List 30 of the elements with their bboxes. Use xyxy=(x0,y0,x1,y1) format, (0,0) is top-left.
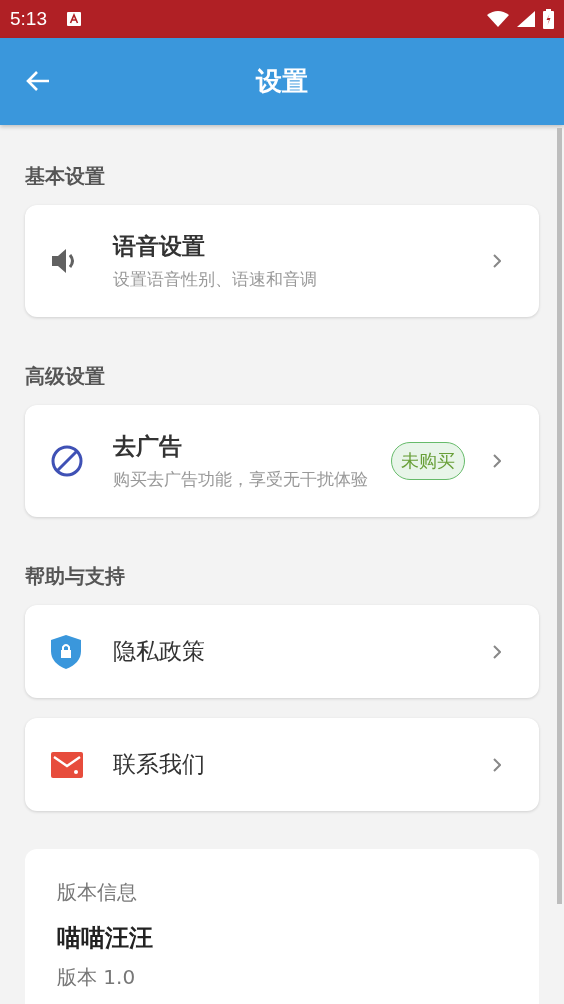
chevron-icon xyxy=(493,757,501,772)
shield-lock-icon xyxy=(51,634,81,669)
item-title: 语音设置 xyxy=(113,232,206,261)
version-number: 版本 1.0 xyxy=(57,964,137,991)
notification-icon xyxy=(67,12,81,26)
settings-item[interactable]: 去广告 购买去广告功能，享受无干扰体验 未购买 xyxy=(25,405,539,517)
status-time: 5:13 xyxy=(10,8,47,30)
item-title: 联系我们 xyxy=(113,750,206,779)
page-title: 设置 xyxy=(256,65,308,98)
section-header: 高级设置 xyxy=(25,363,106,390)
wifi-icon xyxy=(487,11,509,27)
prohibited-icon xyxy=(51,445,83,477)
item-title: 隐私政策 xyxy=(113,637,206,666)
signal-icon xyxy=(517,11,535,27)
chevron-icon xyxy=(493,644,501,659)
battery-icon xyxy=(543,9,554,29)
chevron-icon xyxy=(493,254,501,268)
mail-icon xyxy=(51,751,83,778)
settings-item[interactable]: 隐私政策 xyxy=(25,605,539,698)
status-badge: 未购买 xyxy=(391,442,465,480)
version-label: 版本信息 xyxy=(57,879,138,906)
chevron-icon xyxy=(493,454,501,468)
item-subtitle: 购买去广告功能，享受无干扰体验 xyxy=(113,468,369,491)
settings-item[interactable]: 联系我们 xyxy=(25,718,539,811)
section-header: 帮助与支持 xyxy=(25,563,126,590)
item-subtitle: 设置语音性别、语速和音调 xyxy=(113,268,318,291)
item-title: 去广告 xyxy=(113,432,183,461)
section-header: 基本设置 xyxy=(25,163,106,190)
settings-item[interactable]: 语音设置 设置语音性别、语速和音调 xyxy=(25,205,539,317)
app-name: 喵喵汪汪 xyxy=(57,923,154,954)
